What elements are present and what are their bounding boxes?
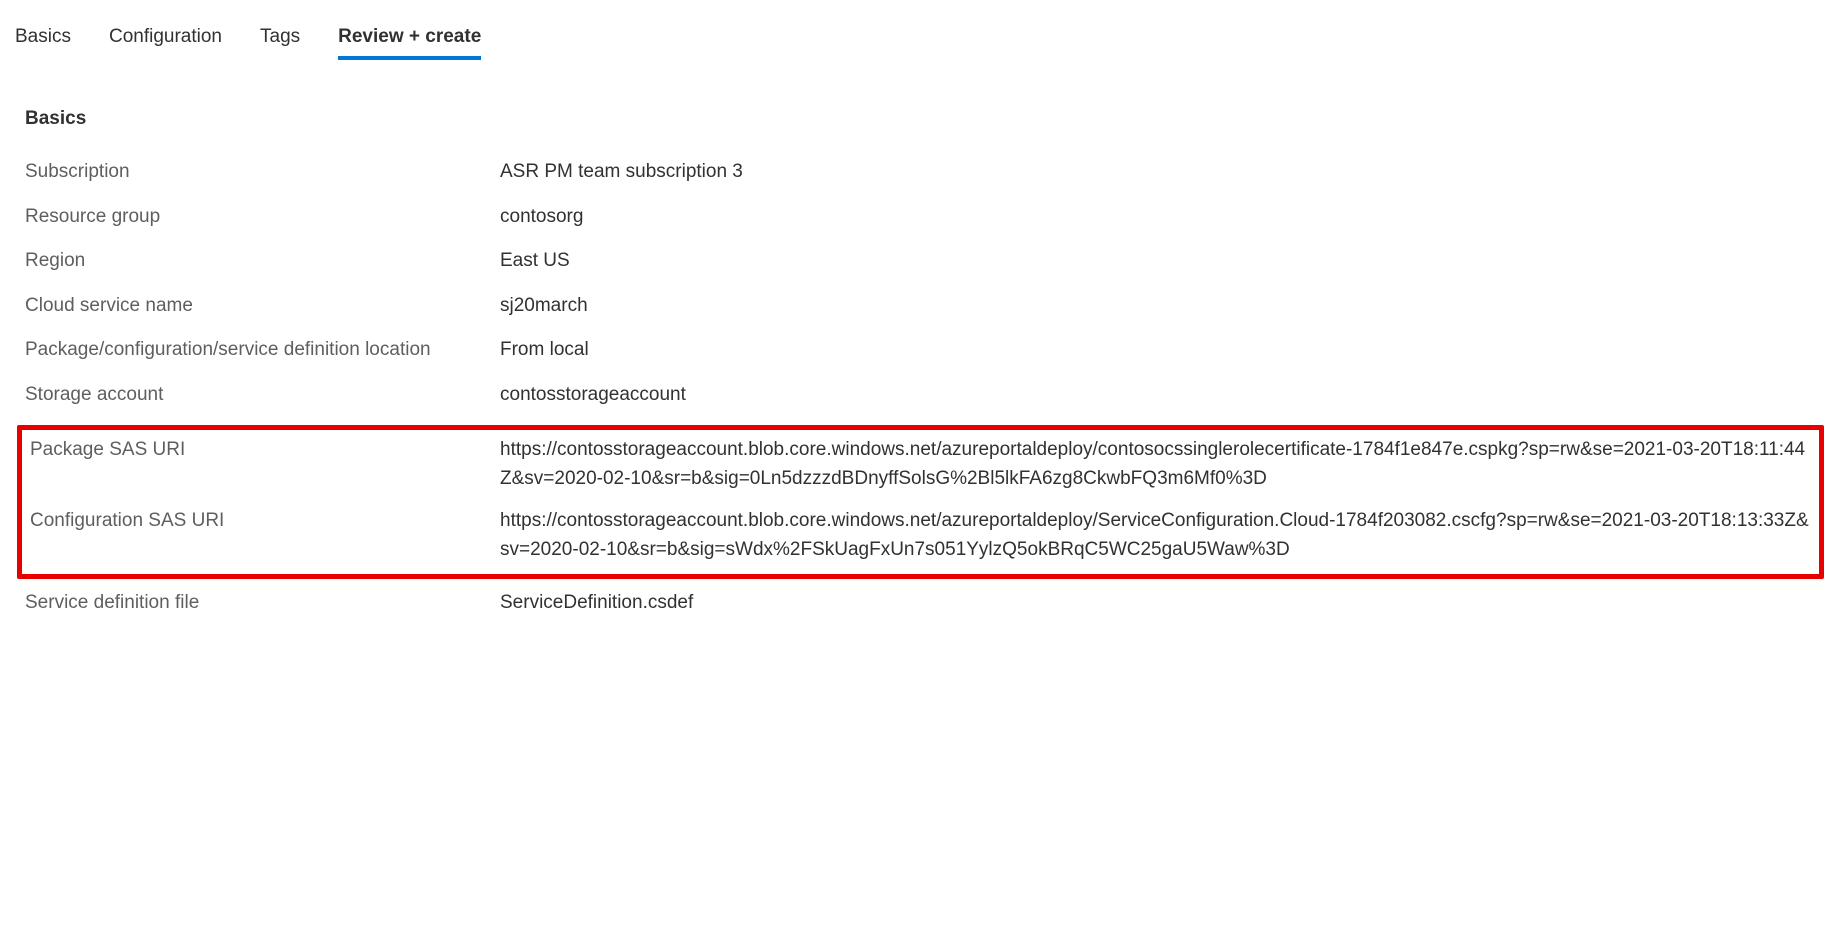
- field-value-resource-group: contosorg: [500, 203, 1819, 232]
- field-value-cloud-service-name: sj20march: [500, 292, 1819, 321]
- field-row-configuration-sas-uri: Configuration SAS URI https://contosstor…: [25, 507, 1819, 564]
- field-label-package-location: Package/configuration/service definition…: [25, 336, 500, 365]
- field-value-package-sas-uri: https://contosstorageaccount.blob.core.w…: [500, 436, 1819, 493]
- field-row-package-sas-uri: Package SAS URI https://contosstorageacc…: [25, 436, 1819, 493]
- tab-review-create[interactable]: Review + create: [338, 20, 481, 58]
- field-label-region: Region: [25, 247, 500, 276]
- field-label-configuration-sas-uri: Configuration SAS URI: [30, 507, 500, 536]
- tab-basics[interactable]: Basics: [15, 20, 71, 58]
- tab-configuration[interactable]: Configuration: [109, 20, 222, 58]
- field-label-package-sas-uri: Package SAS URI: [30, 436, 500, 465]
- field-row-storage-account: Storage account contosstorageaccount: [25, 381, 1819, 410]
- field-value-configuration-sas-uri: https://contosstorageaccount.blob.core.w…: [500, 507, 1819, 564]
- field-row-region: Region East US: [25, 247, 1819, 276]
- field-row-subscription: Subscription ASR PM team subscription 3: [25, 158, 1819, 187]
- field-label-service-definition-file: Service definition file: [25, 589, 500, 618]
- tab-bar: Basics Configuration Tags Review + creat…: [15, 20, 1819, 58]
- field-label-resource-group: Resource group: [25, 203, 500, 232]
- field-value-subscription: ASR PM team subscription 3: [500, 158, 1819, 187]
- field-value-service-definition-file: ServiceDefinition.csdef: [500, 589, 1819, 618]
- field-row-service-definition-file: Service definition file ServiceDefinitio…: [25, 589, 1819, 618]
- field-row-cloud-service-name: Cloud service name sj20march: [25, 292, 1819, 321]
- highlight-box: Package SAS URI https://contosstorageacc…: [17, 425, 1824, 579]
- field-value-region: East US: [500, 247, 1819, 276]
- field-label-subscription: Subscription: [25, 158, 500, 187]
- field-label-storage-account: Storage account: [25, 381, 500, 410]
- field-value-storage-account: contosstorageaccount: [500, 381, 1819, 410]
- field-row-package-location: Package/configuration/service definition…: [25, 336, 1819, 365]
- tab-tags[interactable]: Tags: [260, 20, 300, 58]
- review-section: Basics Subscription ASR PM team subscrip…: [15, 108, 1819, 618]
- field-label-cloud-service-name: Cloud service name: [25, 292, 500, 321]
- field-row-resource-group: Resource group contosorg: [25, 203, 1819, 232]
- field-value-package-location: From local: [500, 336, 1819, 365]
- section-heading-basics: Basics: [25, 108, 1819, 130]
